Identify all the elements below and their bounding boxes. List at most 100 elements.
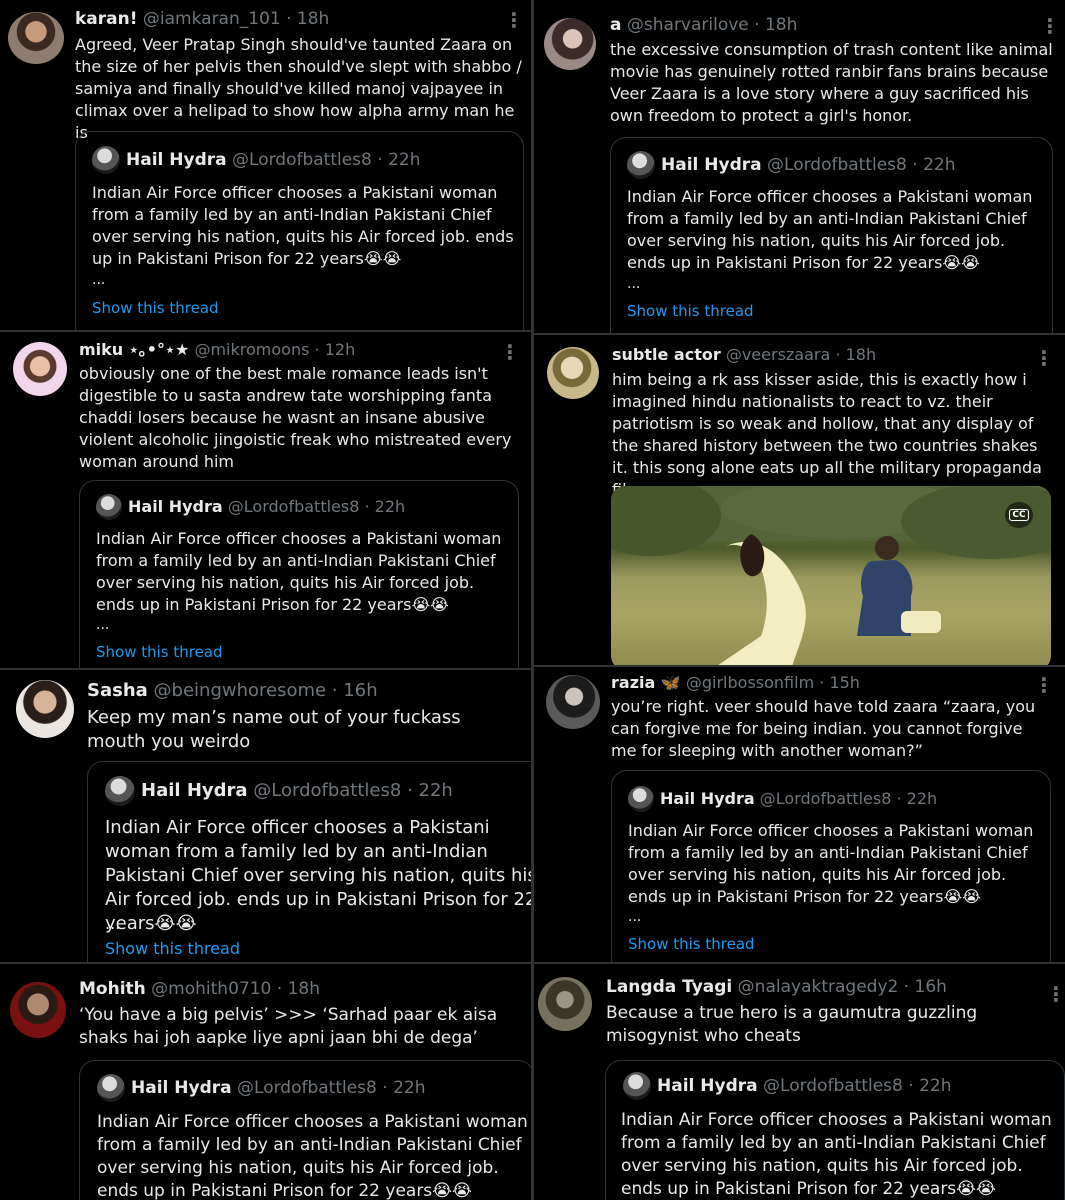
author-name[interactable]: miku ⋆｡•°⋆★ [79,340,189,359]
author-handle[interactable]: @mikromoons [194,340,309,359]
quoted-tweet[interactable]: Hail Hydra @Lordofbattles8 · 22h Indian … [75,131,524,330]
author-handle[interactable]: @Lordofbattles8 [253,780,401,802]
separator-dot: · [377,149,383,170]
avatar[interactable] [96,494,122,520]
more-options-icon[interactable]: ⋮ [1046,984,1065,1004]
author-name[interactable]: Hail Hydra [141,780,248,802]
avatar[interactable] [16,680,74,738]
author-handle[interactable]: @Lordofbattles8 [232,150,372,170]
quoted-tweet-text: Indian Air Force officer chooses a Pakis… [96,529,502,614]
quoted-tweet[interactable]: Hail Hydra @Lordofbattles8 · 22h Indian … [610,137,1053,333]
author-name[interactable]: subtle actor [612,345,721,364]
separator-dot: · [382,1077,388,1098]
author-handle[interactable]: @mohith0710 [151,979,271,999]
author-name[interactable]: karan! [75,9,138,29]
quoted-tweet[interactable]: Hail Hydra @Lordofbattles8 · 22h Indian … [79,480,519,668]
author-name[interactable]: Mohith [79,979,146,999]
show-thread-link[interactable]: Show this thread [627,302,754,320]
more-options-icon[interactable]: ⋮ [504,10,524,30]
timestamp[interactable]: 22h [375,497,406,516]
timestamp[interactable]: 22h [393,1078,425,1098]
author-handle[interactable]: @Lordofbattles8 [767,155,907,175]
timestamp[interactable]: 22h [419,780,453,802]
avatar[interactable] [547,347,599,399]
show-thread-link[interactable]: Show this thread [96,643,223,661]
ellipsis: ... [105,914,121,933]
author-name[interactable]: Hail Hydra [131,1078,232,1098]
show-thread-link[interactable]: Show this thread [105,939,240,958]
tweet[interactable]: miku ⋆｡•°⋆★ @mikromoons · 12h ⋮ obviousl… [0,332,531,668]
avatar[interactable] [627,151,655,179]
avatar[interactable] [538,977,592,1031]
author-name[interactable]: Hail Hydra [657,1076,758,1096]
tweet[interactable]: Langda Tyagi @nalayaktragedy2 · 16h ⋮ Be… [534,964,1065,1200]
timestamp[interactable]: 22h [388,150,420,170]
author-name[interactable]: Hail Hydra [661,155,762,175]
tweet[interactable]: Mohith @mohith0710 · 18h ‘You have a big… [0,964,531,1200]
author-handle[interactable]: @Lordofbattles8 [228,497,360,516]
author-handle[interactable]: @nalayaktragedy2 [738,977,899,997]
video-thumbnail[interactable]: CC [611,486,1051,665]
timestamp[interactable]: 16h [915,977,947,997]
quoted-tweet[interactable]: Hail Hydra @Lordofbattles8 · 22h Indian … [87,761,531,962]
ellipsis: ... [628,909,642,925]
author-name[interactable]: Sasha [87,680,148,701]
author-name[interactable]: Langda Tyagi [606,977,732,997]
author-handle[interactable]: @beingwhoresome [154,680,327,701]
avatar[interactable] [92,146,120,174]
avatar[interactable] [628,786,654,812]
tweet[interactable]: karan! @iamkaran_101 · 18h ⋮ Agreed, Vee… [0,0,531,330]
author-name[interactable]: Hail Hydra [126,150,227,170]
timestamp[interactable]: 22h [923,155,955,175]
quoted-tweet-header: Hail Hydra @Lordofbattles8 · 22h [96,494,405,520]
timestamp[interactable]: 18h [765,15,797,35]
timestamp[interactable]: 22h [907,789,938,808]
show-thread-link[interactable]: Show this thread [92,299,219,317]
author-handle[interactable]: @Lordofbattles8 [237,1078,377,1098]
timestamp[interactable]: 15h [829,673,860,692]
quoted-tweet-text: Indian Air Force officer chooses a Pakis… [628,821,1034,906]
closed-captions-icon[interactable]: CC [1005,502,1033,528]
avatar[interactable] [8,12,64,64]
avatar[interactable] [97,1074,125,1102]
author-handle[interactable]: @iamkaran_101 [143,9,281,29]
author-name[interactable]: Hail Hydra [128,497,223,516]
author-handle[interactable]: @veerszaara [726,345,830,364]
separator-dot: · [835,345,841,364]
author-handle[interactable]: @sharvarilove [627,15,749,35]
author-handle[interactable]: @Lordofbattles8 [760,789,892,808]
author-handle[interactable]: @Lordofbattles8 [763,1076,903,1096]
avatar[interactable] [13,342,67,396]
tweet[interactable]: a @sharvarilove · 18h ⋮ the excessive co… [534,0,1065,333]
more-options-icon[interactable]: ⋮ [1034,675,1054,695]
timestamp[interactable]: 18h [288,979,320,999]
show-thread-link[interactable]: Show this thread [628,935,755,953]
more-options-icon[interactable]: ⋮ [1040,16,1060,36]
author-name[interactable]: razia 🦋 [611,673,681,692]
timestamp[interactable]: 16h [343,680,377,701]
quoted-tweet[interactable]: Hail Hydra @Lordofbattles8 · 22h Indian … [611,770,1051,962]
more-options-icon[interactable]: ⋮ [1034,348,1054,368]
separator-dot: · [754,15,760,35]
author-name[interactable]: Hail Hydra [660,789,755,808]
timestamp[interactable]: 12h [325,340,356,359]
avatar[interactable] [105,776,135,806]
author-name[interactable]: a [610,15,621,35]
quoted-tweet-text: Indian Air Force officer chooses a Pakis… [105,817,531,934]
tweet[interactable]: razia 🦋 @girlbossonfilm · 15h ⋮ you’re r… [534,667,1065,962]
tweet[interactable]: Sasha @beingwhoresome · 16h Keep my man’… [0,670,531,962]
avatar[interactable] [10,982,66,1038]
avatar[interactable] [546,675,600,729]
more-options-icon[interactable]: ⋮ [500,342,520,362]
ellipsis: ... [627,276,641,292]
avatar[interactable] [544,18,596,70]
quoted-tweet[interactable]: Hail Hydra @Lordofbattles8 · 22h Indian … [605,1060,1065,1200]
author-handle[interactable]: @girlbossonfilm [686,673,814,692]
quoted-tweet[interactable]: Hail Hydra @Lordofbattles8 · 22h Indian … [79,1060,531,1200]
avatar[interactable] [623,1072,651,1100]
timestamp[interactable]: 18h [297,9,329,29]
timestamp[interactable]: 22h [919,1076,951,1096]
tweet[interactable]: subtle actor @veerszaara · 18h ⋮ him bei… [534,335,1065,665]
timestamp[interactable]: 18h [846,345,877,364]
tweet-text: him being a rk ass kisser aside, this is… [612,370,1042,499]
